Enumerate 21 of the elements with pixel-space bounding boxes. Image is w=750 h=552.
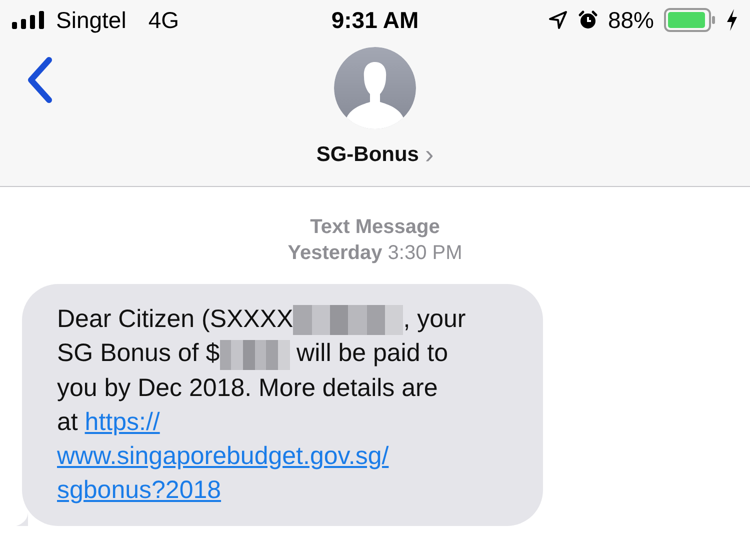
message-link[interactable]: www.singaporebudget.gov.sg/ (57, 442, 389, 470)
network-type: 4G (148, 6, 180, 34)
bubble-tail (16, 512, 28, 526)
message-link[interactable]: https:// (84, 408, 160, 436)
message-service-label: Text Message (310, 215, 440, 240)
redaction-mark (220, 340, 290, 370)
message-timestamp: Yesterday 3:30 PM (288, 241, 462, 266)
alarm-clock-icon (578, 10, 598, 30)
contact-avatar-icon (334, 47, 416, 129)
charging-bolt-icon (726, 9, 738, 31)
message-text: Dear Citizen (SXXXX , your SG Bonus of $ will be paid to you by Dec 2018. More details are at https:// www.singaporebudget.gov.sg/ sgbonus?2018 (57, 304, 467, 506)
back-button[interactable] (26, 56, 54, 104)
status-time: 9:31 AM (331, 6, 419, 32)
battery-percentage: 88% (608, 6, 654, 34)
message-link[interactable]: sgbonus?2018 (57, 476, 222, 504)
battery-icon (664, 8, 716, 32)
back-chevron-icon (26, 56, 54, 104)
location-arrow-icon (548, 10, 568, 30)
carrier-name: Singtel (56, 6, 126, 34)
contact-name-button[interactable]: SG-Bonus › (316, 143, 434, 167)
signal-icon (12, 11, 46, 29)
